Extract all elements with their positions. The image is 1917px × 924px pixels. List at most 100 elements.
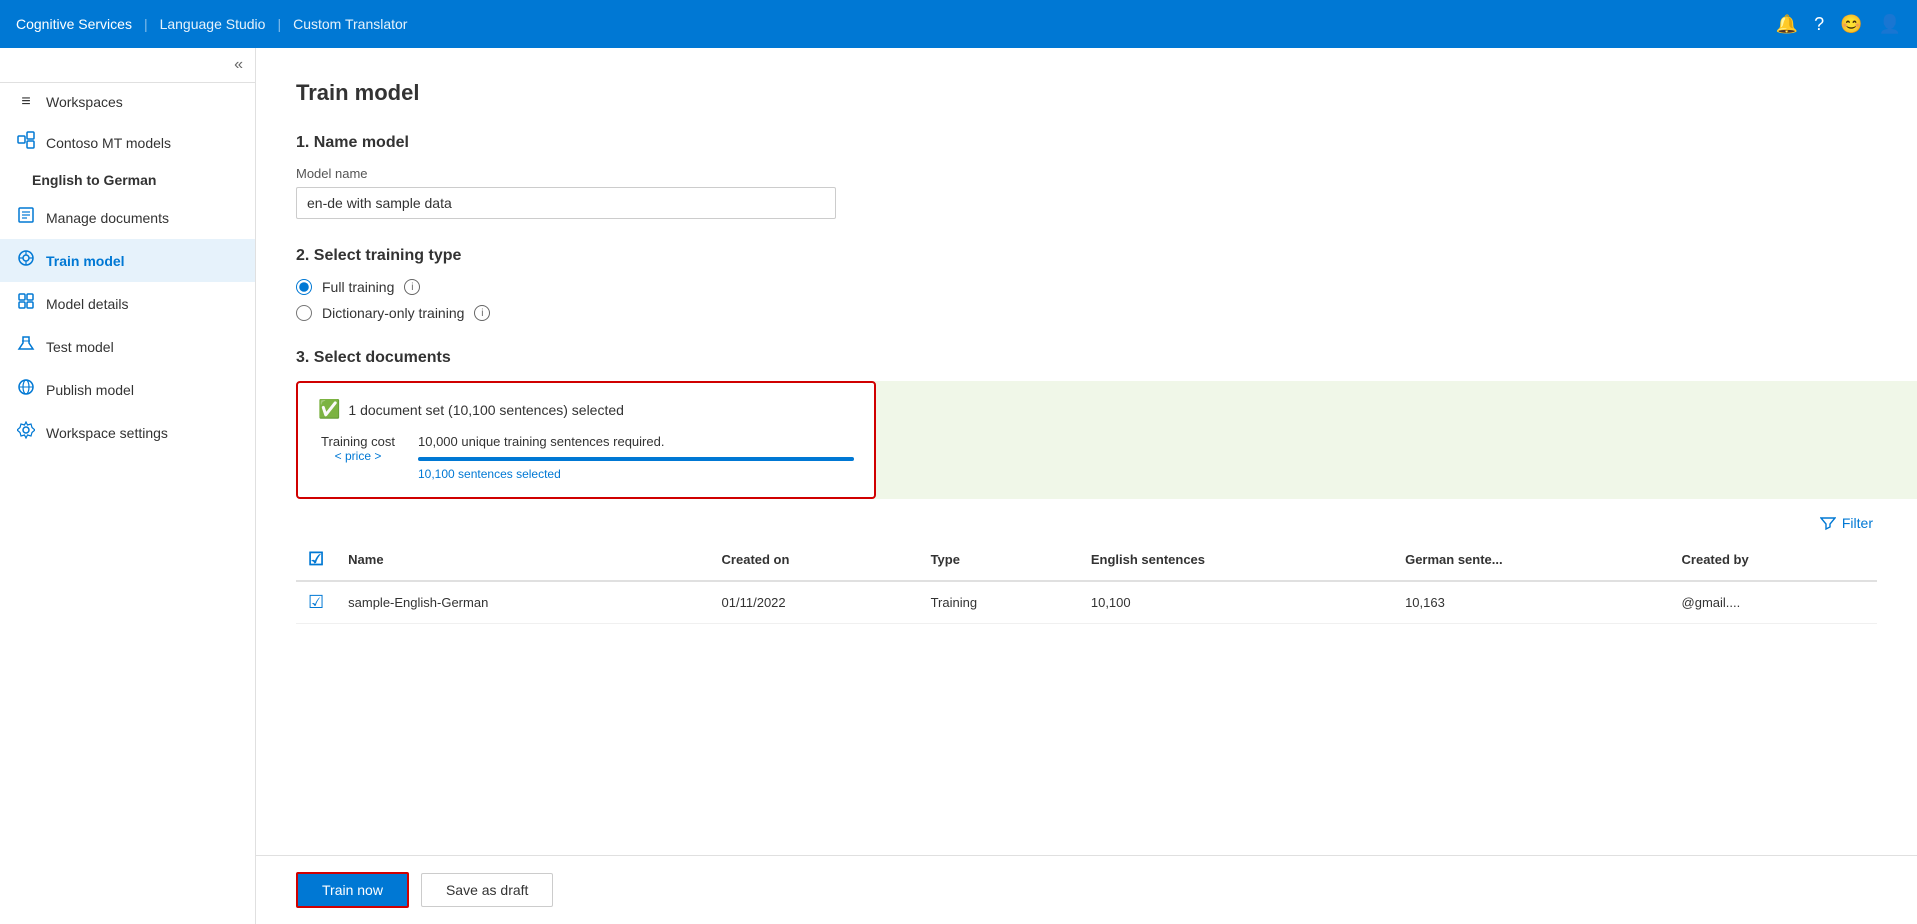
col-english-header: English sentences xyxy=(1079,539,1393,581)
topbar: Cognitive Services | Language Studio | C… xyxy=(0,0,1917,48)
col-created-header: Created on xyxy=(710,539,919,581)
sidebar: « ≡ Workspaces Contoso MT models English… xyxy=(0,48,256,924)
filter-button[interactable]: Filter xyxy=(1820,515,1873,531)
col-created-by-header: Created by xyxy=(1670,539,1877,581)
progress-bar-fill xyxy=(418,457,854,461)
notification-icon[interactable]: 🔔 xyxy=(1776,14,1798,35)
doc-selection-box: ✅ 1 document set (10,100 sentences) sele… xyxy=(296,381,876,499)
action-bar: Train now Save as draft xyxy=(256,855,1917,924)
row-checkbox-cell[interactable]: ☑ xyxy=(296,581,336,624)
model-name-label: Model name xyxy=(296,166,1877,181)
row-checkbox-checked-icon[interactable]: ☑ xyxy=(308,592,324,612)
training-type-group: Full training i Dictionary-only training… xyxy=(296,279,1877,321)
section3-heading: 3. Select documents xyxy=(296,349,1877,367)
sidebar-item-publish-model[interactable]: Publish model xyxy=(0,368,255,411)
section-name-model: 1. Name model Model name xyxy=(296,134,1877,219)
table-header-row: ☑ Name Created on Type xyxy=(296,539,1877,581)
help-icon[interactable]: ? xyxy=(1814,14,1824,35)
sidebar-item-workspaces[interactable]: ≡ Workspaces xyxy=(0,83,255,121)
sidebar-model-details-label: Model details xyxy=(46,296,129,312)
doc-cost-row: Training cost < price > 10,000 unique tr… xyxy=(318,434,854,481)
row-created-by: @gmail.... xyxy=(1670,581,1877,624)
sidebar-collapse-button[interactable]: « xyxy=(234,56,243,74)
publish-model-icon xyxy=(16,378,36,401)
col-name-header: Name xyxy=(336,539,709,581)
training-cost-line1: Training cost xyxy=(318,434,398,449)
progress-bar-track xyxy=(418,457,854,461)
topbar-sep1: | xyxy=(144,16,148,32)
col-check: ☑ xyxy=(296,539,336,581)
sidebar-item-manage-docs[interactable]: Manage documents xyxy=(0,196,255,239)
train-now-button[interactable]: Train now xyxy=(296,872,409,908)
content-area: Train model 1. Name model Model name 2. … xyxy=(256,48,1917,855)
sidebar-header: « xyxy=(0,48,255,83)
dict-only-training-label: Dictionary-only training xyxy=(322,305,464,321)
sidebar-english-german-label: English to German xyxy=(32,172,156,188)
sidebar-item-workspace-settings[interactable]: Workspace settings xyxy=(0,411,255,454)
sidebar-test-model-label: Test model xyxy=(46,339,114,355)
row-german-sentences: 10,163 xyxy=(1393,581,1669,624)
row-english-sentences: 10,100 xyxy=(1079,581,1393,624)
doc-cost-info: 10,000 unique training sentences require… xyxy=(418,434,854,481)
dict-only-training-option[interactable]: Dictionary-only training i xyxy=(296,305,1877,321)
topbar-custom-translator[interactable]: Custom Translator xyxy=(293,16,407,32)
row-type: Training xyxy=(919,581,1079,624)
sidebar-workspace-settings-label: Workspace settings xyxy=(46,425,168,441)
sidebar-item-english-german[interactable]: English to German xyxy=(0,164,255,196)
user-face-icon[interactable]: 😊 xyxy=(1840,14,1862,35)
sidebar-publish-model-label: Publish model xyxy=(46,382,134,398)
model-name-input[interactable] xyxy=(296,187,836,219)
sidebar-item-test-model[interactable]: Test model xyxy=(0,325,255,368)
training-cost-label: Training cost < price > xyxy=(318,434,398,463)
sidebar-workspaces-label: Workspaces xyxy=(46,94,123,110)
workspace-settings-icon xyxy=(16,421,36,444)
col-german-header: German sente... xyxy=(1393,539,1669,581)
doc-selection-header: ✅ 1 document set (10,100 sentences) sele… xyxy=(318,399,854,420)
header-checkbox-icon[interactable]: ☑ xyxy=(308,549,324,569)
main-layout: « ≡ Workspaces Contoso MT models English… xyxy=(0,48,1917,924)
sidebar-contoso-label: Contoso MT models xyxy=(46,135,171,151)
full-training-option[interactable]: Full training i xyxy=(296,279,1877,295)
topbar-language-studio[interactable]: Language Studio xyxy=(160,16,266,32)
filter-row: Filter xyxy=(296,515,1877,531)
model-details-icon xyxy=(16,292,36,315)
training-cost-price: < price > xyxy=(318,449,398,463)
doc-selection-area: ✅ 1 document set (10,100 sentences) sele… xyxy=(296,381,1877,499)
doc-box-wrapper: ✅ 1 document set (10,100 sentences) sele… xyxy=(296,381,1877,499)
full-training-info-icon[interactable]: i xyxy=(404,279,420,295)
required-sentences-text: 10,000 unique training sentences require… xyxy=(418,434,854,449)
doc-check-circle-icon: ✅ xyxy=(318,399,340,420)
page-title: Train model xyxy=(296,80,1877,106)
col-type-header: Type xyxy=(919,539,1079,581)
doc-selection-status: 1 document set (10,100 sentences) select… xyxy=(348,402,624,418)
sidebar-train-model-label: Train model xyxy=(46,253,125,269)
account-icon[interactable]: 👤 xyxy=(1879,14,1901,35)
table-row: ☑ sample-English-German 01/11/2022 Train… xyxy=(296,581,1877,624)
topbar-sep2: | xyxy=(277,16,281,32)
test-model-icon xyxy=(16,335,36,358)
section-select-docs: 3. Select documents ✅ 1 document set (10… xyxy=(296,349,1877,624)
section1-heading: 1. Name model xyxy=(296,134,1877,152)
section2-heading: 2. Select training type xyxy=(296,247,1877,265)
sidebar-manage-docs-label: Manage documents xyxy=(46,210,169,226)
full-training-label: Full training xyxy=(322,279,394,295)
full-training-radio[interactable] xyxy=(296,279,312,295)
documents-table: ☑ Name Created on Type xyxy=(296,539,1877,624)
sentences-selected-text: 10,100 sentences selected xyxy=(418,467,854,481)
section-training-type: 2. Select training type Full training i … xyxy=(296,247,1877,321)
sidebar-item-train-model[interactable]: Train model xyxy=(0,239,255,282)
dict-only-info-icon[interactable]: i xyxy=(474,305,490,321)
filter-icon xyxy=(1820,515,1836,531)
train-model-icon xyxy=(16,249,36,272)
dict-only-training-radio[interactable] xyxy=(296,305,312,321)
row-created: 01/11/2022 xyxy=(710,581,919,624)
filter-label: Filter xyxy=(1842,515,1873,531)
sidebar-item-model-details[interactable]: Model details xyxy=(0,282,255,325)
topbar-icons: 🔔 ? 😊 👤 xyxy=(1776,14,1901,35)
manage-docs-icon xyxy=(16,206,36,229)
row-name: sample-English-German xyxy=(336,581,709,624)
workspaces-icon: ≡ xyxy=(16,93,36,111)
sidebar-item-contoso[interactable]: Contoso MT models xyxy=(0,121,255,164)
save-draft-button[interactable]: Save as draft xyxy=(421,873,554,907)
contoso-icon xyxy=(16,131,36,154)
